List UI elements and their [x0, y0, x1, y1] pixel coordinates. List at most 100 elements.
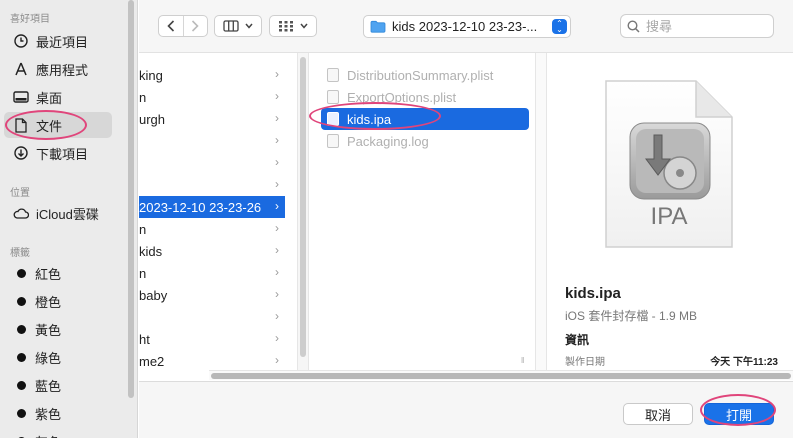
file-icon [327, 112, 339, 126]
chevron-right-icon: › [275, 111, 279, 125]
sidebar-item-label: 黃色 [35, 322, 62, 338]
list-item[interactable]: DistributionSummary.plist [321, 64, 531, 86]
column-browser: king › n › urgh › › › › 2023-12-10 23-23-26… [139, 52, 793, 371]
sidebar-item-downloads[interactable]: 下載項目 [4, 140, 112, 166]
list-item-selected[interactable]: 2023-12-10 23-23-26 › [139, 196, 285, 218]
file-icon [327, 90, 339, 104]
column-resize-handle[interactable]: ‖ [521, 356, 525, 365]
tag-dot-icon [17, 352, 26, 362]
sidebar-item-label: 橙色 [35, 294, 62, 310]
toolbar: kids 2023-12-10 23-23-... ⌃ ⌄ [139, 0, 793, 52]
sidebar-item-icloud[interactable]: iCloud雲碟 [4, 200, 112, 226]
sidebar-tag-yellow[interactable]: 黃色 [4, 316, 112, 342]
list-item[interactable]: ht › [139, 328, 285, 350]
forward-button[interactable] [184, 16, 208, 36]
chevron-right-icon: › [275, 353, 279, 367]
sidebar-item-label: 灰色 [35, 432, 61, 438]
view-mode-button[interactable] [214, 15, 262, 37]
sidebar-item-label: 最近項目 [36, 34, 89, 50]
tag-dot-icon [17, 296, 26, 306]
sidebar-item-recents[interactable]: 最近項目 [4, 28, 112, 54]
sidebar-item-label: 桌面 [36, 90, 63, 106]
sidebar-item-desktop[interactable]: 桌面 [4, 84, 112, 110]
download-icon [12, 144, 30, 162]
list-item[interactable]: king › [139, 64, 285, 86]
list-item[interactable]: urgh › [139, 108, 285, 130]
cloud-icon [12, 204, 30, 222]
chevron-right-icon: › [275, 331, 279, 345]
apps-icon [12, 60, 30, 78]
open-file-dialog: 喜好項目 最近項目 應用程式 桌面 文件 下載項目 位置 iCloud雲碟 標籤… [0, 0, 793, 438]
tag-dot-icon [17, 268, 26, 278]
list-item-selected[interactable]: kids.ipa [321, 108, 529, 130]
back-button[interactable] [159, 16, 183, 36]
list-item[interactable]: n › [139, 86, 285, 108]
scroll-thumb[interactable] [300, 57, 306, 357]
folder-icon [370, 20, 386, 33]
sidebar-item-label: 藍色 [35, 378, 62, 394]
horizontal-scrollbar[interactable] [209, 370, 793, 380]
list-item[interactable]: n › [139, 262, 285, 284]
sidebar-item-label: iCloud雲碟 [36, 206, 99, 222]
list-item[interactable]: Packaging.log [321, 130, 531, 152]
sidebar-item-label: 下載項目 [36, 146, 89, 162]
created-value: 今天 下午11:23 [710, 357, 778, 368]
list-item[interactable]: › [139, 174, 285, 196]
list-item[interactable]: › [139, 130, 285, 152]
path-popup-button[interactable]: kids 2023-12-10 23-23-... ⌃ ⌄ [363, 15, 571, 38]
preview-pane: IPA kids.ipa iOS 套件封存檔 - 1.9 MB 資訊 製作日期 … [548, 53, 793, 371]
chevron-right-icon: › [275, 265, 279, 279]
sidebar-tag-green[interactable]: 綠色 [4, 344, 112, 370]
favorites-header: 喜好項目 [10, 14, 50, 25]
chevron-right-icon: › [275, 155, 279, 169]
open-button[interactable]: 打開 [704, 403, 774, 425]
sidebar-scrollbar[interactable] [128, 0, 134, 398]
column-divider[interactable] [535, 53, 547, 371]
list-item[interactable]: me2 › [139, 350, 285, 371]
chevron-right-icon: › [275, 199, 279, 213]
sidebar-item-label: 紫色 [35, 406, 62, 422]
search-field[interactable] [620, 14, 774, 38]
chevron-right-icon: › [275, 221, 279, 235]
sidebar-item-label: 綠色 [35, 350, 62, 366]
sidebar-tag-orange[interactable]: 橙色 [4, 288, 112, 314]
chevron-down-icon [300, 23, 308, 29]
list-item[interactable]: › [139, 306, 285, 328]
list-item[interactable]: baby › [139, 284, 285, 306]
list-item[interactable]: › [139, 152, 285, 174]
document-icon [12, 116, 30, 134]
tags-header: 標籤 [10, 248, 30, 259]
column-1: king › n › urgh › › › › 2023-12-10 23-23-26… [139, 53, 297, 371]
chevron-right-icon: › [275, 309, 279, 323]
search-icon [627, 19, 640, 33]
preview-icon-label: IPA [650, 203, 688, 230]
chevron-right-icon: › [275, 133, 279, 147]
sidebar-item-applications[interactable]: 應用程式 [4, 56, 112, 82]
path-label: kids 2023-12-10 23-23-... [392, 19, 538, 34]
chevron-right-icon: › [275, 89, 279, 103]
search-input[interactable] [646, 18, 766, 34]
chevron-right-icon: › [275, 287, 279, 301]
desktop-icon [12, 88, 30, 106]
cancel-button[interactable]: 取消 [623, 403, 693, 425]
sidebar-tag-gray[interactable]: 灰色 [4, 428, 112, 438]
chevron-down-icon [245, 23, 253, 29]
list-item[interactable]: ExportOptions.plist [321, 86, 531, 108]
tag-dot-icon [17, 408, 26, 418]
clock-icon [12, 32, 30, 50]
list-item[interactable]: n › [139, 218, 285, 240]
sidebar-tag-purple[interactable]: 紫色 [4, 400, 112, 426]
chevron-updown-icon: ⌃ ⌄ [552, 19, 567, 34]
created-label: 製作日期 [565, 357, 605, 368]
nav-buttons [158, 15, 208, 37]
group-by-button[interactable] [269, 15, 317, 37]
list-item[interactable]: kids › [139, 240, 285, 262]
locations-header: 位置 [10, 188, 30, 199]
dialog-footer: 取消 打開 [139, 381, 793, 438]
sidebar-tag-red[interactable]: 紅色 [4, 260, 112, 286]
column-1-scrollbar[interactable] [297, 53, 309, 371]
sidebar-item-documents[interactable]: 文件 [4, 112, 112, 138]
file-icon [327, 68, 339, 82]
scroll-thumb[interactable] [211, 373, 791, 379]
sidebar-tag-blue[interactable]: 藍色 [4, 372, 112, 398]
